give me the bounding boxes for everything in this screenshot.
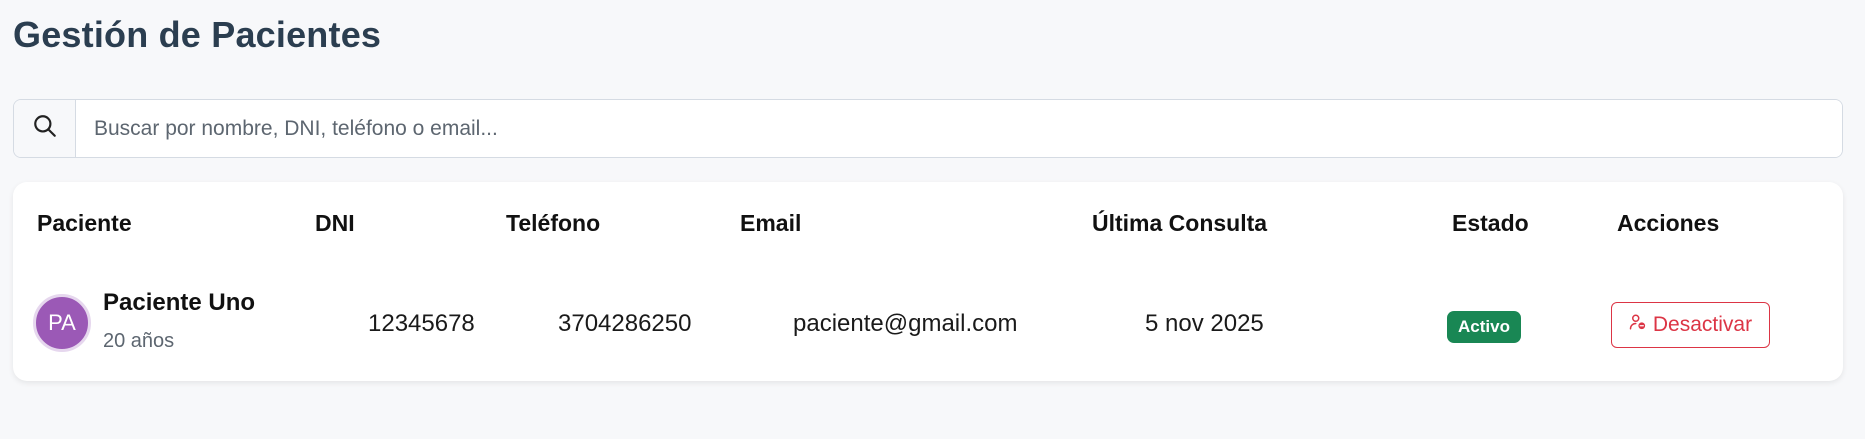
header-paciente[interactable]: Paciente bbox=[37, 210, 132, 237]
cell-dni: 12345678 bbox=[368, 310, 475, 337]
cell-telefono: 3704286250 bbox=[558, 310, 692, 337]
user-remove-icon bbox=[1629, 313, 1647, 337]
cell-ultima-consulta: 5 nov 2025 bbox=[1145, 310, 1264, 337]
deactivate-button[interactable]: Desactivar bbox=[1611, 302, 1770, 348]
page-title: Gestión de Pacientes bbox=[13, 14, 382, 55]
patients-table: Paciente DNI Teléfono Email Última Consu… bbox=[13, 182, 1843, 381]
header-ultima-consulta[interactable]: Última Consulta bbox=[1092, 210, 1267, 237]
avatar: PA bbox=[33, 294, 91, 352]
search-icon bbox=[32, 113, 58, 144]
header-estado[interactable]: Estado bbox=[1452, 210, 1529, 237]
header-telefono[interactable]: Teléfono bbox=[506, 210, 600, 237]
patients-page: Gestión de Pacientes Paciente DNI Teléfo… bbox=[0, 0, 1865, 439]
search-input[interactable] bbox=[76, 100, 1842, 157]
header-dni[interactable]: DNI bbox=[315, 210, 355, 237]
search-bar bbox=[13, 99, 1843, 158]
status-badge: Activo bbox=[1447, 311, 1521, 343]
header-email[interactable]: Email bbox=[740, 210, 801, 237]
deactivate-button-label: Desactivar bbox=[1652, 313, 1753, 336]
cell-email: paciente@gmail.com bbox=[793, 310, 1018, 337]
search-icon-box[interactable] bbox=[14, 100, 76, 157]
patient-name: Paciente Uno bbox=[103, 289, 256, 316]
patient-age: 20 años bbox=[103, 330, 175, 352]
header-acciones: Acciones bbox=[1617, 210, 1720, 236]
